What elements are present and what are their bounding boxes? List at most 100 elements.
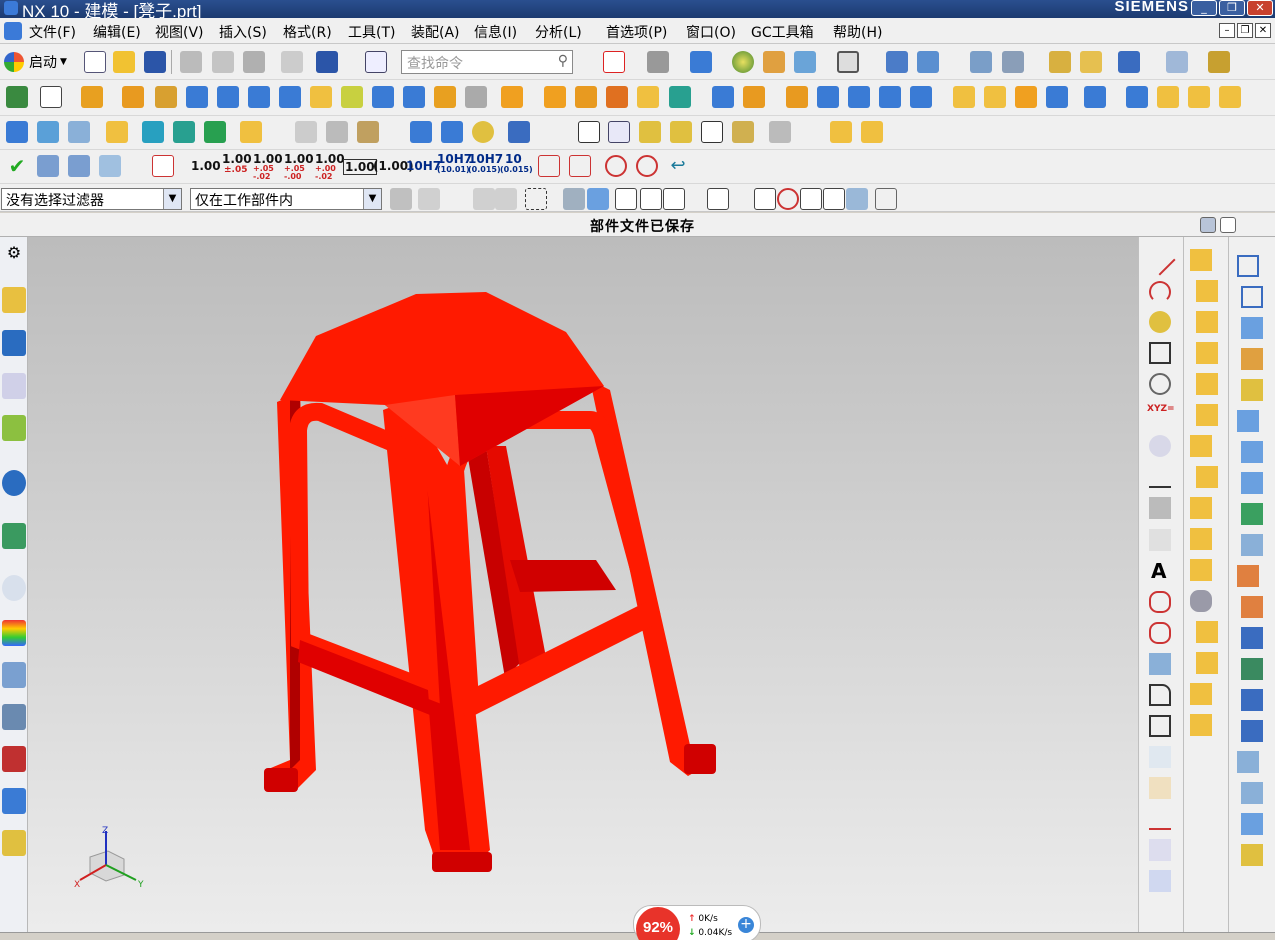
stack-icon[interactable]	[357, 121, 379, 143]
menu-help[interactable]: 帮助(H)	[833, 22, 882, 42]
global-shaping-icon[interactable]	[1237, 751, 1259, 773]
thicken-icon[interactable]	[1015, 86, 1037, 108]
menu-insert[interactable]: 插入(S)	[219, 22, 267, 42]
assembly-icon[interactable]	[830, 121, 852, 143]
sphere-icon[interactable]	[279, 86, 301, 108]
hole-icon[interactable]	[155, 86, 177, 108]
menu-window[interactable]: 窗口(O)	[686, 22, 736, 42]
hole-palette-icon[interactable]	[1190, 497, 1212, 519]
diameter-alt-icon[interactable]	[636, 155, 658, 177]
maximize-button[interactable]: ❐	[1219, 0, 1245, 16]
tube-icon[interactable]	[441, 121, 463, 143]
thread-icon[interactable]	[465, 86, 487, 108]
rectangle-icon[interactable]	[1149, 342, 1171, 364]
styled-sweep-icon[interactable]	[1241, 844, 1263, 866]
datum-plane-icon[interactable]	[40, 86, 62, 108]
select-body-icon[interactable]	[473, 188, 495, 210]
dim-tol-1[interactable]: 1.00	[222, 152, 252, 166]
cut-icon[interactable]	[180, 51, 202, 73]
wireframe-icon[interactable]	[794, 51, 816, 73]
snap-midpoint-icon[interactable]	[640, 188, 662, 210]
extend-sheet-icon[interactable]	[1241, 596, 1263, 618]
note-icon[interactable]	[106, 121, 128, 143]
analysis-icon[interactable]	[1080, 51, 1102, 73]
dim-fit-4[interactable]: 10	[505, 152, 522, 166]
sphere-palette-icon[interactable]	[1196, 466, 1218, 488]
slot-palette-icon[interactable]	[1196, 621, 1218, 643]
part-navigator-icon[interactable]	[2, 373, 26, 399]
unite-icon[interactable]	[501, 86, 523, 108]
select-feature-icon[interactable]	[418, 188, 440, 210]
command-finder-icon[interactable]	[365, 51, 387, 73]
history-mode-icon[interactable]	[2, 830, 26, 856]
law-curve-icon[interactable]: XYZ=	[1147, 404, 1175, 426]
split-body-icon[interactable]	[879, 86, 901, 108]
menu-assembly[interactable]: 装配(A)	[411, 22, 460, 42]
csys-icon[interactable]	[1166, 51, 1188, 73]
move-object-icon[interactable]	[886, 51, 908, 73]
pad-palette-icon[interactable]	[1190, 590, 1212, 612]
bounded-plane-icon[interactable]	[1241, 441, 1263, 463]
pad-icon[interactable]	[372, 86, 394, 108]
check-geometry-icon[interactable]	[142, 121, 164, 143]
triangle-icon[interactable]	[578, 121, 600, 143]
snap-on-curve-icon[interactable]	[823, 188, 845, 210]
x-form-icon[interactable]	[1241, 720, 1263, 742]
groove-palette-icon[interactable]	[1196, 652, 1218, 674]
scale-body-icon[interactable]	[984, 86, 1006, 108]
project-curve-icon[interactable]	[1149, 591, 1171, 613]
curve-length-icon[interactable]	[1149, 870, 1171, 892]
dim-nominal[interactable]: 1.00	[191, 159, 221, 173]
trim-curve-icon[interactable]	[1149, 808, 1171, 830]
chamfer-icon[interactable]	[817, 86, 839, 108]
circle-icon[interactable]	[1149, 311, 1171, 333]
nx-app-icon[interactable]	[4, 1, 18, 15]
dart-palette-icon[interactable]	[1190, 683, 1212, 705]
shell-icon[interactable]	[743, 86, 765, 108]
snap-arc-icon[interactable]	[684, 188, 706, 210]
snap-endpoint-icon[interactable]	[615, 188, 637, 210]
layer-settings-icon[interactable]	[917, 51, 939, 73]
pocket-palette-icon[interactable]	[1190, 559, 1212, 581]
start-button[interactable]: 启动 ▼	[4, 50, 67, 74]
menu-preferences[interactable]: 首选项(P)	[606, 22, 667, 42]
dim-fit-1[interactable]: 10H7	[406, 159, 441, 173]
part-list-icon[interactable]	[37, 155, 59, 177]
menu-edit[interactable]: 编辑(E)	[93, 22, 141, 42]
point-set-icon[interactable]	[1149, 466, 1171, 488]
table-icon[interactable]	[608, 121, 630, 143]
boss-icon[interactable]	[310, 86, 332, 108]
arc-icon[interactable]	[1149, 281, 1171, 303]
sketch-icon[interactable]	[6, 86, 28, 108]
gear-feature-icon[interactable]	[639, 121, 661, 143]
part-navigator-icon[interactable]	[970, 51, 992, 73]
menu-view[interactable]: 视图(V)	[155, 22, 204, 42]
mirror-icon[interactable]	[637, 86, 659, 108]
close-button[interactable]: ✕	[1247, 0, 1273, 16]
snap-intersection-icon[interactable]	[707, 188, 729, 210]
draft-icon[interactable]	[712, 86, 734, 108]
pocket-icon[interactable]	[341, 86, 363, 108]
tube-palette-icon[interactable]	[1196, 342, 1218, 364]
open-folder-icon[interactable]	[113, 51, 135, 73]
studio-surface-icon[interactable]	[1237, 410, 1259, 432]
text-icon[interactable]: A	[1151, 559, 1173, 583]
cylinder-palette-icon[interactable]	[1196, 373, 1218, 395]
line-icon[interactable]	[1144, 244, 1176, 276]
sweep-palette-icon[interactable]	[1196, 311, 1218, 333]
system-scene-icon[interactable]	[2, 746, 26, 772]
menu-analysis[interactable]: 分析(L)	[535, 22, 582, 42]
system-materials-icon[interactable]	[2, 788, 26, 814]
cone-palette-icon[interactable]	[1190, 435, 1212, 457]
coordinate-icon[interactable]	[99, 155, 121, 177]
offset-surface-icon[interactable]	[1241, 534, 1263, 556]
snap-center-icon[interactable]	[754, 188, 776, 210]
groove-icon[interactable]	[434, 86, 456, 108]
rear-stretcher[interactable]	[510, 560, 616, 592]
save-icon[interactable]	[144, 51, 166, 73]
web-browser-icon[interactable]	[2, 523, 26, 549]
select-face-icon[interactable]	[495, 188, 517, 210]
surface-analysis-icon[interactable]	[326, 121, 348, 143]
emboss-icon[interactable]	[1084, 86, 1106, 108]
through-mesh-icon[interactable]	[1241, 286, 1263, 308]
